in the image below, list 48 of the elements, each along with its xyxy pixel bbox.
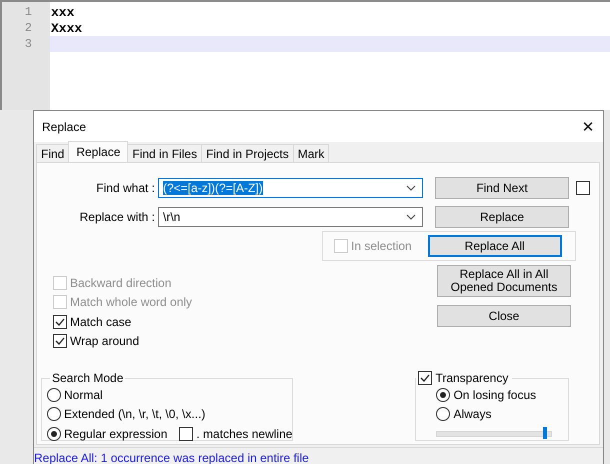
code-line: Xxxx [50, 20, 84, 36]
code-line: xxx [50, 4, 76, 20]
checkbox[interactable] [179, 426, 194, 441]
chevron-down-icon[interactable] [406, 214, 416, 220]
radio-button[interactable] [436, 407, 450, 422]
radio-button[interactable] [436, 388, 450, 402]
dialog-button[interactable]: Close [437, 305, 571, 327]
field-label: Replace with : [78, 210, 156, 224]
checkbox[interactable] [53, 334, 67, 348]
group-title: Search Mode [52, 371, 124, 385]
transparency-slider[interactable] [436, 426, 552, 440]
radio-label: On losing focus [453, 388, 536, 402]
checkbox-label: Transparency [435, 371, 508, 385]
radio-button[interactable] [47, 388, 61, 402]
checkbox-label: Match case [70, 314, 132, 329]
slider-thumb[interactable] [543, 427, 548, 439]
combo-field[interactable]: \r\n [158, 207, 423, 227]
checkbox[interactable] [576, 181, 590, 195]
checkbox-label: In selection [351, 239, 412, 253]
checkbox-label: Backward direction [70, 276, 172, 290]
checkbox[interactable] [418, 371, 432, 385]
tab[interactable]: Find in Projects [201, 144, 294, 162]
checkbox-label: Match whole word only [70, 295, 192, 310]
checkbox-label: . matches newline [196, 426, 292, 441]
radio-label: Extended (\n, \r, \t, \0, \x...) [64, 407, 206, 422]
checkbox[interactable] [53, 314, 67, 329]
tab[interactable]: Find [36, 144, 70, 162]
line-number: 1 [24, 4, 32, 20]
chevron-down-icon[interactable] [406, 185, 416, 191]
line-number: 3 [24, 36, 32, 52]
dialog-button[interactable]: Find Next [435, 177, 569, 199]
radio-label: Normal [64, 388, 103, 402]
dialog-button[interactable]: Replace [435, 206, 569, 228]
combo-field[interactable]: (?<=[a-z])(?=[A-Z]) [158, 178, 423, 198]
radio-button[interactable] [47, 426, 61, 441]
tab[interactable]: Replace [68, 141, 128, 162]
status-message: Replace All: 1 occurrence was replaced in entire file [34, 450, 309, 464]
line-number: 2 [24, 20, 32, 36]
dialog-button[interactable]: Replace All [428, 235, 562, 257]
close-button[interactable]: ✕ [573, 112, 603, 140]
radio-label: Regular expression [64, 426, 168, 441]
checkbox-label: Wrap around [70, 334, 140, 348]
tab[interactable]: Mark [292, 144, 330, 162]
radio-label: Always [453, 407, 492, 422]
window-title: Replace [42, 120, 86, 134]
radio-button[interactable] [47, 407, 61, 422]
dialog-button[interactable]: Replace All in All Opened Documents [437, 265, 571, 297]
field-label: Find what : [95, 181, 156, 195]
